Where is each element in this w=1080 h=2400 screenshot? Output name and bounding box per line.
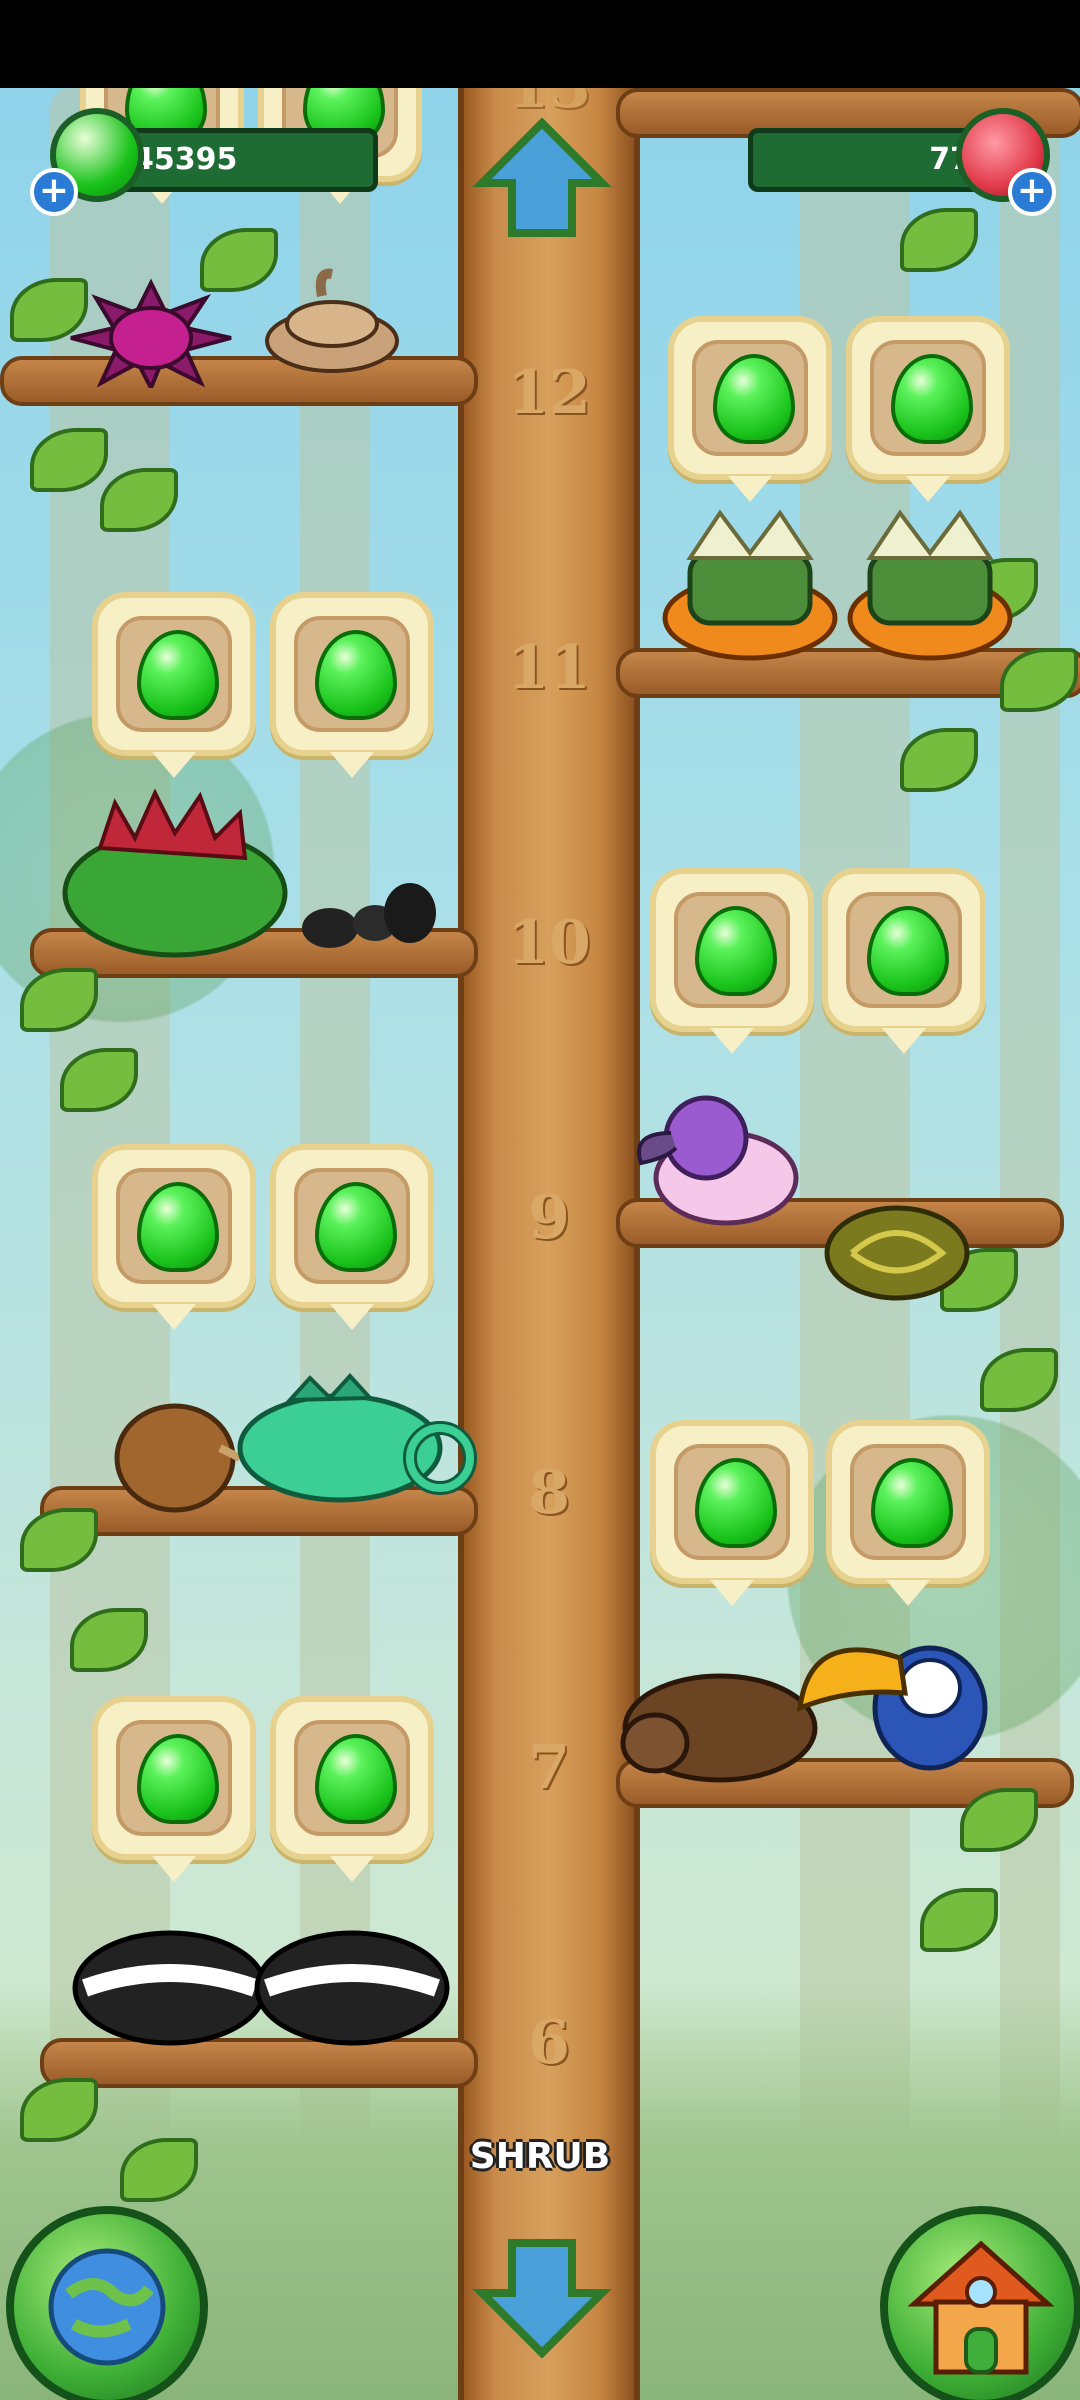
- house-button[interactable]: [880, 2206, 1080, 2400]
- skunk-creature[interactable]: [252, 1918, 452, 2048]
- globe-icon: [48, 2248, 166, 2366]
- level-number-9: 9: [528, 1183, 570, 1253]
- dodo-creature[interactable]: [626, 1078, 806, 1228]
- jelly-drop-icon: [315, 630, 397, 720]
- house-icon: [907, 2240, 1055, 2375]
- jelly-collect-bubble[interactable]: [270, 1144, 434, 1330]
- globe-button[interactable]: [6, 2206, 208, 2400]
- jelly-drop-icon: [695, 906, 777, 996]
- level-number-8: 8: [528, 1458, 570, 1528]
- rattlesnake-creature[interactable]: [262, 266, 402, 376]
- jelly-drop-icon: [137, 630, 219, 720]
- leaf: [900, 208, 978, 272]
- zone-label: SHRUB: [469, 2136, 611, 2177]
- jelly-drop-icon: [713, 354, 795, 444]
- jelly-collect-bubble[interactable]: [846, 316, 1010, 502]
- leaf: [920, 1888, 998, 1952]
- level-number-10: 10: [507, 908, 591, 978]
- jelly-collect-bubble[interactable]: [826, 1420, 990, 1606]
- level-number-13: 13: [464, 88, 634, 122]
- level-number-7: 7: [528, 1733, 570, 1803]
- jelly-drop-icon: [137, 1182, 219, 1272]
- stegosaurus-creature[interactable]: [60, 778, 290, 958]
- chameleon-creature[interactable]: [230, 1358, 480, 1508]
- jelly-collect-bubble[interactable]: [92, 1144, 256, 1330]
- ant-creature[interactable]: [290, 868, 440, 968]
- jelly-collect-bubble[interactable]: [650, 1420, 814, 1606]
- level-number-12: 12: [507, 358, 591, 428]
- jelly-collect-bubble[interactable]: [668, 316, 832, 502]
- skunk-creature[interactable]: [70, 1918, 270, 2048]
- jelly-collect-bubble[interactable]: [92, 1696, 256, 1882]
- python-creature[interactable]: [822, 1198, 972, 1308]
- toucan-creature[interactable]: [790, 1598, 1020, 1778]
- jelly-drop-icon: [891, 354, 973, 444]
- crab-creature[interactable]: [840, 508, 1020, 668]
- kiwi-creature[interactable]: [110, 1378, 240, 1518]
- jelly-collect-bubble[interactable]: [270, 592, 434, 778]
- crab-creature[interactable]: [650, 508, 850, 668]
- jelly-drop-icon: [867, 906, 949, 996]
- jelly-drop-icon: [137, 1734, 219, 1824]
- level-number-6: 6: [528, 2008, 570, 2078]
- jelly-count: 45395: [133, 142, 238, 177]
- jelly-drop-icon: [315, 1734, 397, 1824]
- jelly-collect-bubble[interactable]: [92, 592, 256, 778]
- level-number-11: 11: [507, 633, 591, 703]
- add-jelly-button[interactable]: +: [30, 168, 78, 216]
- add-gem-button[interactable]: +: [1008, 168, 1056, 216]
- jelly-drop-icon: [695, 1458, 777, 1548]
- scroll-down-arrow-icon[interactable]: [472, 2238, 612, 2358]
- main-tree-trunk: 13 12 11 10 9 8 7 6: [458, 88, 640, 2400]
- jelly-collect-bubble[interactable]: [270, 1696, 434, 1882]
- scroll-up-arrow-icon[interactable]: [472, 118, 612, 238]
- leaf: [900, 728, 978, 792]
- jelly-collect-bubble[interactable]: [650, 868, 814, 1054]
- game-screen: 13 12 11 10 9 8 7 6: [0, 88, 1080, 2400]
- jelly-drop-icon: [315, 1182, 397, 1272]
- jelly-drop-icon: [871, 1458, 953, 1548]
- spiky-urchin-creature[interactable]: [66, 278, 236, 388]
- jelly-collect-bubble[interactable]: [822, 868, 986, 1054]
